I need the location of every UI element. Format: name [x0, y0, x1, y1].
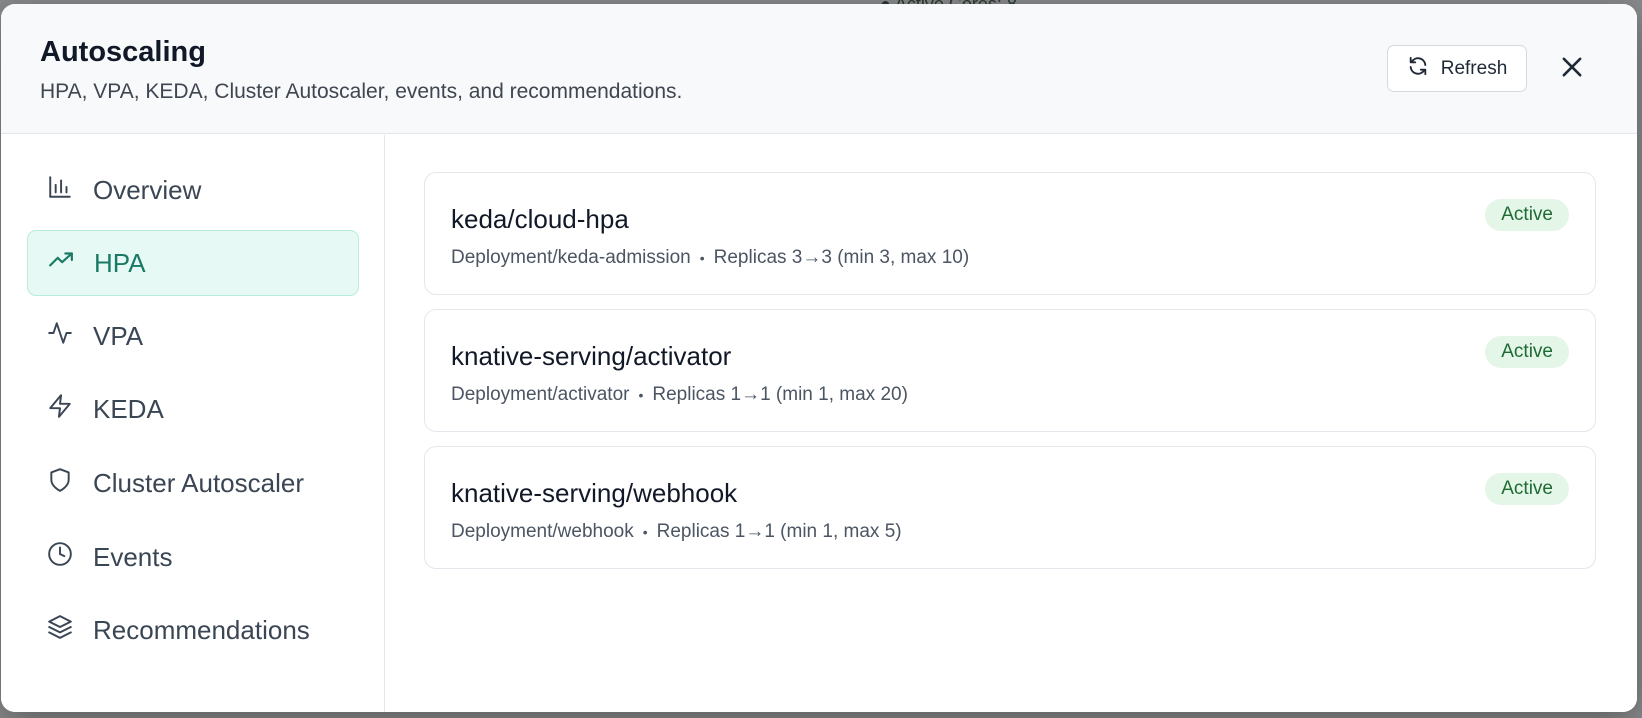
refresh-button[interactable]: Refresh	[1387, 45, 1527, 92]
hpa-replicas: Replicas 1→1 (min 1, max 5)	[656, 521, 902, 542]
bar-chart-icon	[47, 174, 73, 207]
hpa-target: Deployment/webhook	[451, 521, 634, 542]
refresh-label: Refresh	[1440, 57, 1508, 79]
sidebar-item-label: HPA	[94, 247, 146, 278]
sidebar-item-label: KEDA	[93, 393, 164, 424]
hpa-card[interactable]: keda/cloud-hpa Deployment/keda-admission…	[424, 172, 1596, 295]
modal-header: Autoscaling HPA, VPA, KEDA, Cluster Auto…	[1, 4, 1637, 134]
hpa-name: knative-serving/webhook	[451, 478, 738, 508]
sidebar-item-recommendations[interactable]: Recommendations	[27, 597, 359, 663]
hpa-list: keda/cloud-hpa Deployment/keda-admission…	[386, 135, 1637, 712]
sidebar-item-keda[interactable]: KEDA	[27, 376, 359, 442]
hpa-meta: Deployment/webhook • Replicas 1→1 (min 1…	[451, 521, 902, 543]
sidebar-item-label: Recommendations	[93, 614, 310, 645]
meta-separator: •	[638, 387, 644, 403]
layers-icon	[47, 614, 73, 647]
hpa-card[interactable]: knative-serving/webhook Deployment/webho…	[424, 446, 1596, 569]
sidebar-item-vpa[interactable]: VPA	[27, 303, 359, 369]
status-badge: Active	[1485, 473, 1569, 505]
sidebar: Overview HPA VPA KEDA Cluster Autoscaler…	[1, 135, 385, 712]
status-badge: Active	[1485, 199, 1569, 231]
status-badge: Active	[1485, 336, 1569, 368]
modal-title: Autoscaling	[40, 36, 206, 68]
sidebar-item-label: Cluster Autoscaler	[93, 467, 304, 498]
trending-up-icon	[48, 247, 74, 280]
sidebar-item-label: Overview	[93, 174, 202, 205]
hpa-name: keda/cloud-hpa	[451, 204, 629, 234]
hpa-target: Deployment/keda-admission	[451, 247, 691, 268]
meta-separator: •	[642, 524, 648, 540]
meta-separator: •	[699, 250, 705, 266]
sidebar-item-cluster-autoscaler[interactable]: Cluster Autoscaler	[27, 450, 359, 516]
modal-subtitle: HPA, VPA, KEDA, Cluster Autoscaler, even…	[40, 80, 683, 103]
hpa-target: Deployment/activator	[451, 384, 630, 405]
hpa-meta: Deployment/activator • Replicas 1→1 (min…	[451, 384, 908, 406]
clock-icon	[47, 541, 73, 574]
sidebar-item-hpa[interactable]: HPA	[27, 230, 359, 296]
hpa-meta: Deployment/keda-admission • Replicas 3→3…	[451, 247, 969, 269]
hpa-replicas: Replicas 3→3 (min 3, max 10)	[713, 247, 970, 268]
sidebar-item-label: Events	[93, 541, 173, 572]
close-button[interactable]	[1551, 48, 1593, 90]
refresh-icon	[1407, 55, 1429, 83]
hpa-replicas: Replicas 1→1 (min 1, max 20)	[652, 384, 908, 405]
sidebar-item-label: VPA	[93, 320, 144, 351]
hpa-card[interactable]: knative-serving/activator Deployment/act…	[424, 309, 1596, 432]
close-icon	[1558, 53, 1586, 86]
shield-icon	[47, 467, 73, 500]
autoscaling-modal: Autoscaling HPA, VPA, KEDA, Cluster Auto…	[1, 4, 1637, 712]
hpa-name: knative-serving/activator	[451, 341, 732, 371]
sidebar-item-events[interactable]: Events	[27, 524, 359, 590]
activity-icon	[47, 320, 73, 353]
sidebar-item-overview[interactable]: Overview	[27, 157, 359, 223]
lightning-icon	[47, 393, 73, 426]
